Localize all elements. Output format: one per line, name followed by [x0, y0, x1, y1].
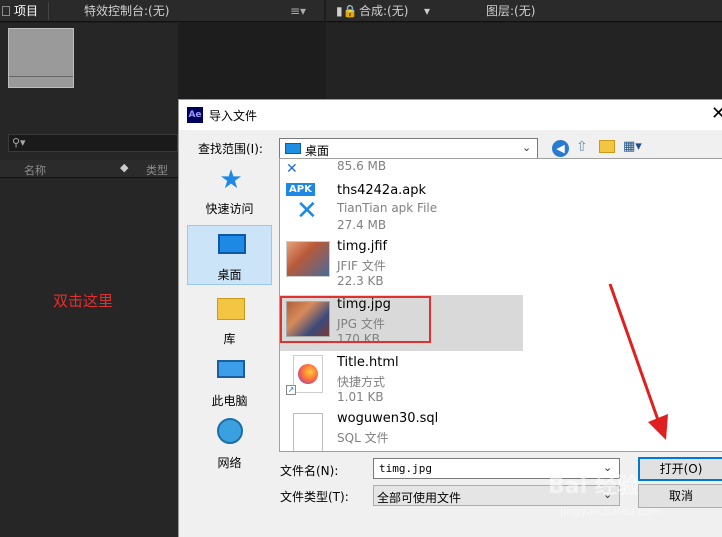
shortcut-arrow-icon: ↗ [286, 385, 296, 395]
lock-icon[interactable]: ▮🔒 [336, 0, 358, 22]
annotation-double-click: 双击这里 [53, 292, 114, 310]
up-folder-icon[interactable]: ⇧ [576, 139, 588, 155]
filetype-value: 全部可使用文件 [377, 491, 462, 505]
sql-file-icon [293, 413, 323, 451]
place-library[interactable]: 库 [187, 290, 272, 350]
file-name: woguwen30.sql [337, 411, 439, 426]
tab-layer[interactable]: 图层:(无) [486, 0, 535, 22]
chevron-down-icon[interactable]: ⌄ [522, 141, 531, 154]
place-this-pc[interactable]: 此电脑 [187, 352, 272, 412]
back-icon[interactable]: ◀ [552, 140, 569, 157]
file-row[interactable]: 85.6 MB ✕ [280, 159, 720, 177]
desktop-icon [218, 234, 246, 254]
network-icon [217, 418, 243, 444]
annotation-arrow [608, 283, 668, 440]
tab-comp[interactable]: 合成:(无) [359, 0, 408, 22]
watermark-sub: jingyan.baidu.com [560, 505, 662, 518]
firefox-icon [298, 364, 318, 384]
place-label: 库 [223, 332, 236, 346]
desktop-folder-icon [285, 143, 301, 154]
place-label: 网络 [217, 456, 242, 470]
ae-right-tabbar: ▮🔒 合成:(无) ▾ 图层:(无) [326, 0, 722, 22]
apk-badge: APK [286, 183, 315, 196]
place-label: 快速访问 [205, 202, 254, 216]
computer-icon [217, 360, 245, 378]
place-label: 此电脑 [211, 394, 248, 408]
tab-effects[interactable]: 特效控制台:(无) [84, 0, 169, 22]
library-icon [217, 298, 245, 320]
file-size: 22.3 KB [337, 274, 384, 288]
file-size: 85.6 MB [337, 159, 387, 173]
file-size: 1.01 KB [337, 390, 384, 404]
project-search-input[interactable]: ⚲▾ [8, 134, 178, 152]
file-type: 快捷方式 [337, 375, 386, 389]
filetype-label: 文件类型(T): [280, 490, 349, 504]
column-type[interactable]: 类型 [146, 162, 168, 178]
place-network[interactable]: 网络 [187, 414, 272, 474]
look-in-value: 桌面 [305, 144, 330, 158]
comp-dropdown-icon[interactable]: ▾ [424, 0, 430, 22]
star-icon: ★ [219, 165, 243, 195]
watermark: Bai 经验 [548, 474, 639, 499]
project-column-header: 名称 ◆ 类型 [0, 160, 178, 178]
search-icon: ⚲▾ [12, 136, 26, 149]
project-panel [0, 23, 178, 537]
tab-divider [48, 2, 49, 20]
project-thumbnail [8, 28, 74, 88]
place-label: 桌面 [217, 268, 242, 282]
file-name: timg.jfif [337, 239, 388, 254]
dialog-title-bar: Ae 导入文件 ✕ [179, 100, 722, 130]
apk-icon: APK ✕ [286, 183, 330, 227]
file-name: ths4242a.apk [337, 183, 427, 198]
look-in-label: 查找范围(I): [198, 142, 263, 156]
panel-options-icon[interactable]: ≡▾ [290, 0, 306, 22]
panel-menu-icon[interactable] [2, 6, 10, 16]
close-icon[interactable]: ✕ [711, 103, 722, 124]
new-folder-icon[interactable] [599, 140, 615, 153]
file-row[interactable]: APK ✕ ths4242a.apk TianTian apk File 27.… [280, 181, 720, 237]
arrow-line [608, 283, 660, 421]
ae-app-icon: Ae [187, 107, 203, 123]
tab-project[interactable]: 项目 [14, 0, 38, 22]
app-icon: ✕ [286, 161, 298, 177]
file-type: TianTian apk File [337, 201, 438, 215]
view-menu-icon[interactable]: ▦▾ [623, 139, 642, 154]
highlight-box [280, 296, 431, 343]
file-type: SQL 文件 [337, 431, 389, 445]
column-name[interactable]: 名称 [24, 162, 46, 178]
place-desktop[interactable]: 桌面 [187, 225, 272, 285]
file-type: JFIF 文件 [337, 259, 386, 273]
file-name: Title.html [337, 355, 399, 370]
places-bar: ★ 快速访问 桌面 库 此电脑 网络 [184, 158, 273, 470]
image-thumbnail [286, 241, 330, 277]
open-button[interactable]: 打开(O) [638, 457, 722, 481]
look-in-combo[interactable]: 桌面 ⌄ [279, 138, 538, 159]
place-quick-access[interactable]: ★ 快速访问 [187, 160, 272, 220]
dialog-title: 导入文件 [209, 109, 258, 123]
screen: 项目 特效控制台:(无) ≡▾ ▮🔒 合成:(无) ▾ 图层:(无) ⚲▾ 名称… [0, 0, 722, 537]
filename-label: 文件名(N): [280, 464, 339, 478]
label-tag-icon[interactable]: ◆ [120, 161, 128, 174]
filename-value: timg.jpg [379, 462, 432, 475]
html-file-icon [293, 355, 323, 393]
file-size: 27.4 MB [337, 218, 387, 232]
